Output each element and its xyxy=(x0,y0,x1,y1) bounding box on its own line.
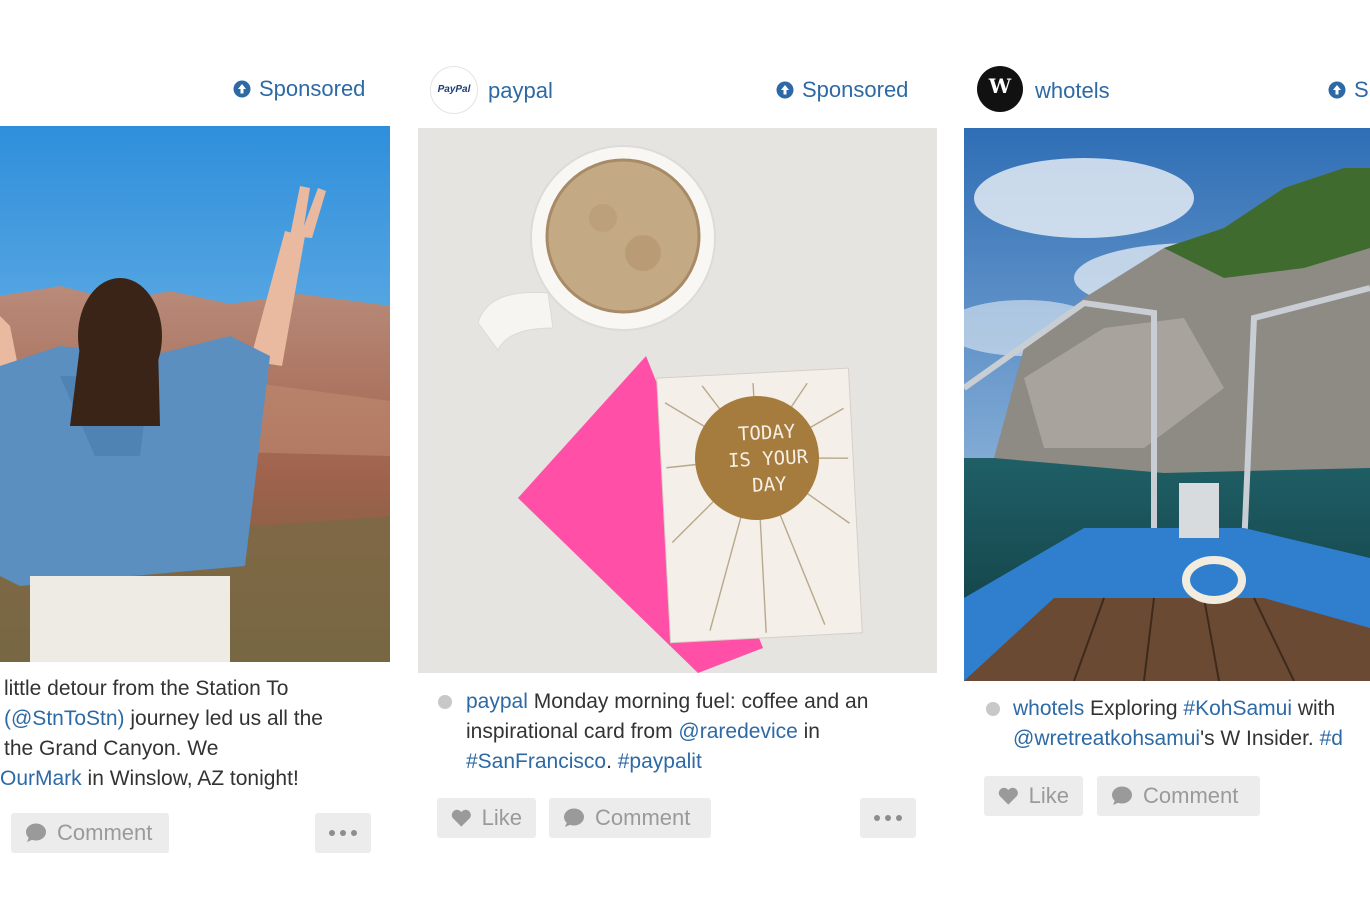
post-caption: whotels Exploring #KohSamui with @wretre… xyxy=(1013,694,1370,754)
username-link[interactable]: whotels xyxy=(1013,697,1084,720)
comment-label: Comment xyxy=(595,805,691,830)
more-icon-dot xyxy=(340,830,346,836)
caption-line: the Grand Canyon. We xyxy=(4,737,219,760)
island-boat-photo xyxy=(964,128,1370,681)
caption-text: Exploring xyxy=(1084,697,1184,720)
caption-text: . xyxy=(606,750,618,773)
caption-text: in Winslow, AZ tonight! xyxy=(81,767,299,790)
caption-line: (@StnToStn) journey led us all the xyxy=(4,704,394,734)
sponsored-text: Sponsored xyxy=(802,77,909,102)
heart-icon xyxy=(451,809,471,827)
like-button[interactable]: Like xyxy=(437,798,536,838)
caption-line: paypal Monday morning fuel: coffee and a… xyxy=(466,687,936,717)
caption-line: #SanFrancisco. #paypalit xyxy=(466,747,936,777)
mention-link[interactable]: @raredevice xyxy=(678,720,797,743)
username-link[interactable]: paypal xyxy=(488,78,553,104)
comment-button[interactable]: Comment xyxy=(549,798,711,838)
more-icon-dot xyxy=(351,830,357,836)
caption-text: in xyxy=(797,720,820,743)
comment-button[interactable]: Comment xyxy=(11,813,169,853)
coffee-and-card-photo xyxy=(418,128,937,673)
post-caption: little detour from the Station To (@StnT… xyxy=(0,674,394,794)
post-paypal: PayPal paypal Sponsored TODAY IS YOUR DA… xyxy=(418,0,938,900)
w-hotels-logo: W xyxy=(988,74,1012,98)
caption-text: inspirational card from xyxy=(466,720,679,743)
comment-icon xyxy=(1112,786,1132,805)
like-label: Like xyxy=(1028,783,1069,808)
more-icon xyxy=(329,830,335,836)
post-photo[interactable] xyxy=(0,126,390,662)
comment-icon xyxy=(26,823,46,842)
caption-line: OurMark in Winslow, AZ tonight! xyxy=(0,764,394,794)
caption-text: Monday morning fuel: coffee and an xyxy=(527,690,869,713)
caption-text: 's W Insider. xyxy=(1200,727,1320,750)
hashtag-link[interactable]: #paypalit xyxy=(618,750,702,773)
hashtag-link[interactable]: OurMark xyxy=(0,767,82,790)
mention-link[interactable]: (@StnToStn) xyxy=(4,707,125,730)
username-link[interactable]: paypal xyxy=(466,690,528,713)
comment-bubble-icon xyxy=(438,695,452,709)
post-photo[interactable]: TODAY IS YOUR DAY xyxy=(418,128,937,673)
username-link[interactable]: whotels xyxy=(1035,78,1110,104)
sponsored-icon xyxy=(776,81,794,99)
sponsored-label[interactable]: Sponsored xyxy=(233,76,365,102)
more-icon xyxy=(874,815,880,821)
sponsored-text: Sponsored xyxy=(259,76,366,101)
caption-line: inspirational card from @raredevice in xyxy=(466,717,936,747)
avatar[interactable]: W xyxy=(977,66,1023,112)
hashtag-link[interactable]: #KohSamui xyxy=(1183,697,1292,720)
caption-text: journey led us all the xyxy=(124,707,323,730)
sponsored-icon xyxy=(233,80,251,98)
caption-text: with xyxy=(1292,697,1336,720)
post-caption: paypal Monday morning fuel: coffee and a… xyxy=(466,687,936,777)
avatar[interactable]: PayPal xyxy=(430,66,478,114)
caption-line: whotels Exploring #KohSamui with xyxy=(1013,694,1370,724)
heart-icon xyxy=(998,787,1018,805)
more-options-button[interactable] xyxy=(860,798,916,838)
post-photo[interactable] xyxy=(964,128,1370,681)
more-icon-dot xyxy=(885,815,891,821)
comment-label: Comment xyxy=(57,820,153,845)
comment-bubble-icon xyxy=(986,702,1000,716)
more-icon-dot xyxy=(896,815,902,821)
sponsored-icon xyxy=(1328,81,1346,99)
comment-label: Comment xyxy=(1143,783,1239,808)
caption-line: @wretreatkohsamui's W Insider. #d xyxy=(1013,724,1370,754)
sponsored-text: S xyxy=(1354,77,1369,102)
like-label: Like xyxy=(481,805,522,830)
mention-link[interactable]: @wretreatkohsamui xyxy=(1013,727,1200,750)
like-button[interactable]: Like xyxy=(984,776,1083,816)
more-options-button[interactable] xyxy=(315,813,371,853)
paypal-logo: PayPal xyxy=(437,84,471,95)
hashtag-link[interactable]: #SanFrancisco xyxy=(466,750,606,773)
post-whotels: W whotels S whotels Exploring #KohSamui … xyxy=(964,0,1370,900)
grand-canyon-photo xyxy=(0,126,390,662)
sponsored-label[interactable]: Sponsored xyxy=(776,77,908,103)
post-grand-canyon: Sponsored little detour from the Station… xyxy=(0,0,400,900)
card-text: TODAY IS YOUR DAY xyxy=(706,417,830,501)
comment-icon xyxy=(564,808,584,827)
comment-button[interactable]: Comment xyxy=(1097,776,1260,816)
hashtag-link[interactable]: #d xyxy=(1320,727,1343,750)
caption-line: little detour from the Station To xyxy=(4,677,289,700)
sponsored-label[interactable]: S xyxy=(1328,77,1369,103)
